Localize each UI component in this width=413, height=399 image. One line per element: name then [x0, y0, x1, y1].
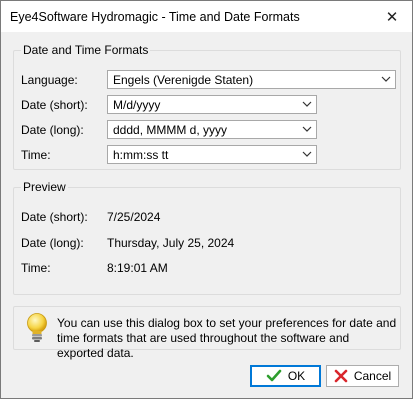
dialog-window: Eye4Software Hydromagic - Time and Date …: [0, 0, 413, 399]
info-text: You can use this dialog box to set your …: [57, 316, 397, 360]
ok-label: OK: [287, 369, 306, 383]
chevron-down-icon: [381, 76, 391, 82]
close-button[interactable]: ✕: [372, 1, 412, 32]
preview-time-value: 8:19:01 AM: [107, 261, 168, 275]
chevron-down-icon: [302, 151, 312, 157]
preview-group: Preview Date (short): 7/25/2024 Date (lo…: [13, 180, 401, 295]
preview-date-long-label: Date (long):: [21, 236, 84, 250]
date-long-label: Date (long):: [21, 123, 84, 137]
x-icon: [334, 369, 348, 383]
check-icon: [266, 369, 282, 382]
time-select[interactable]: h:mm:ss tt: [107, 145, 317, 164]
preview-legend: Preview: [21, 180, 68, 194]
language-select[interactable]: Engels (Verenigde Staten): [107, 70, 396, 89]
preview-time-label: Time:: [21, 261, 51, 275]
time-value: h:mm:ss tt: [113, 148, 169, 162]
formats-group: Date and Time Formats Language: Engels (…: [13, 43, 401, 170]
close-icon: ✕: [385, 8, 399, 26]
title-bar[interactable]: Eye4Software Hydromagic - Time and Date …: [1, 1, 412, 32]
preview-date-long-value: Thursday, July 25, 2024: [107, 236, 235, 250]
preview-date-short-value: 7/25/2024: [107, 210, 161, 224]
window-title: Eye4Software Hydromagic - Time and Date …: [10, 10, 300, 24]
info-box: You can use this dialog box to set your …: [13, 306, 401, 360]
cancel-label: Cancel: [353, 369, 392, 383]
cancel-button[interactable]: Cancel: [326, 365, 399, 387]
date-long-select[interactable]: dddd, MMMM d, yyyy: [107, 120, 317, 139]
preview-date-short-label: Date (short):: [21, 210, 88, 224]
language-value: Engels (Verenigde Staten): [113, 73, 254, 87]
time-label: Time:: [21, 148, 51, 162]
ok-button[interactable]: OK: [250, 365, 321, 387]
date-long-value: dddd, MMMM d, yyyy: [113, 123, 228, 137]
date-short-label: Date (short):: [21, 98, 88, 112]
chevron-down-icon: [302, 126, 312, 132]
formats-legend: Date and Time Formats: [21, 43, 151, 57]
date-short-value: M/d/yyyy: [113, 98, 161, 112]
chevron-down-icon: [302, 101, 312, 107]
language-label: Language:: [21, 73, 78, 87]
lightbulb-icon: [27, 313, 47, 342]
date-short-select[interactable]: M/d/yyyy: [107, 95, 317, 114]
